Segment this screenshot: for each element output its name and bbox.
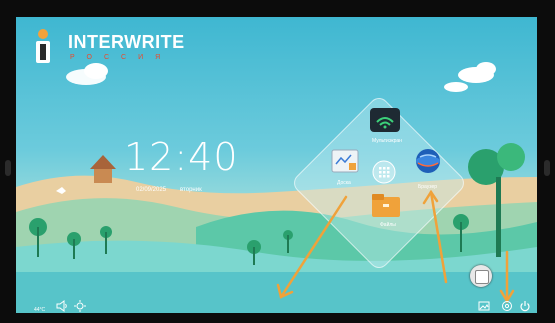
touch-float-button[interactable] (470, 265, 492, 287)
left-sidebar-handle[interactable] (5, 160, 11, 176)
touch-float-icon (475, 270, 489, 284)
annotation-arrows (276, 189, 515, 304)
temperature-value: 44°C (34, 307, 46, 313)
home-screen: INTERWRITE РОССИЯ 12:40 02/09/2025 вторн… (16, 17, 537, 313)
right-sidebar-handle[interactable] (544, 160, 550, 176)
settings-icon[interactable] (501, 300, 513, 312)
sound-icon[interactable] (56, 300, 68, 312)
power-icon[interactable] (519, 300, 531, 312)
temperature-readout: 44°C (34, 307, 45, 313)
brightness-icon[interactable] (74, 300, 86, 312)
gallery-icon[interactable] (478, 300, 490, 312)
